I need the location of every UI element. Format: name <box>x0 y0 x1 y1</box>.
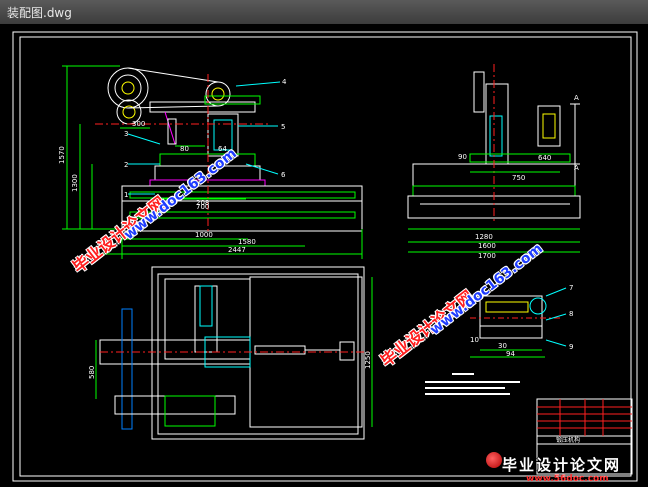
plan-view-dimensions: 580 1250 <box>88 351 372 379</box>
balloon-1: 1 <box>124 191 128 199</box>
side-view-dimensions: 90 1280 750 1600 1700 640 A A <box>458 94 579 260</box>
dim-300: 300 <box>132 120 145 128</box>
dim-10: 10 <box>470 336 479 344</box>
dim-1700: 1700 <box>478 252 496 260</box>
section-mark-a-bottom: A <box>574 164 579 172</box>
side-view <box>407 64 581 253</box>
dim-94: 94 <box>506 350 515 358</box>
dim-1000: 1000 <box>195 231 213 239</box>
window-titlebar[interactable]: 装配图.dwg <box>0 0 648 25</box>
dim-640: 640 <box>538 154 551 162</box>
dim-1570: 1570 <box>58 146 66 164</box>
balloon-6: 6 <box>281 171 286 179</box>
balloon-9: 9 <box>569 343 573 351</box>
cad-viewport[interactable]: 1570 1300 1000 1580 2447 700 208 300 80 … <box>0 24 648 487</box>
dim-750: 750 <box>512 174 525 182</box>
brand-logo-icon <box>486 452 502 468</box>
technical-notes <box>425 373 520 395</box>
balloon-2: 2 <box>124 161 128 169</box>
dim-2447: 2447 <box>228 246 246 254</box>
dim-1580: 1580 <box>238 238 256 246</box>
dim-208: 208 <box>196 199 209 207</box>
dim-80: 80 <box>180 145 189 153</box>
balloon-5: 5 <box>281 123 285 131</box>
dim-1250: 1250 <box>364 351 372 369</box>
dim-1600: 1600 <box>478 242 496 250</box>
dim-1300: 1300 <box>71 174 79 192</box>
brand-url: www.56doc.com <box>526 474 609 484</box>
site-brand-logo: 毕业设计论文网 www.56doc.com <box>486 452 646 486</box>
brand-name: 毕业设计论文网 <box>502 456 622 474</box>
dim-1280: 1280 <box>475 233 493 241</box>
dim-30: 30 <box>498 342 507 350</box>
balloon-4: 4 <box>282 78 287 86</box>
window-title: 装配图.dwg <box>7 6 72 20</box>
front-view-dimensions: 1570 1300 1000 1580 2447 700 208 300 80 … <box>58 120 256 254</box>
plan-view <box>95 266 373 440</box>
dim-580: 580 <box>88 366 96 379</box>
title-block-label: 锻压机构 <box>556 436 580 444</box>
balloon-7: 7 <box>569 284 573 292</box>
dim-90: 90 <box>458 153 467 161</box>
section-mark-a-top: A <box>574 94 579 102</box>
balloon-8: 8 <box>569 310 573 318</box>
balloon-3: 3 <box>124 130 128 138</box>
